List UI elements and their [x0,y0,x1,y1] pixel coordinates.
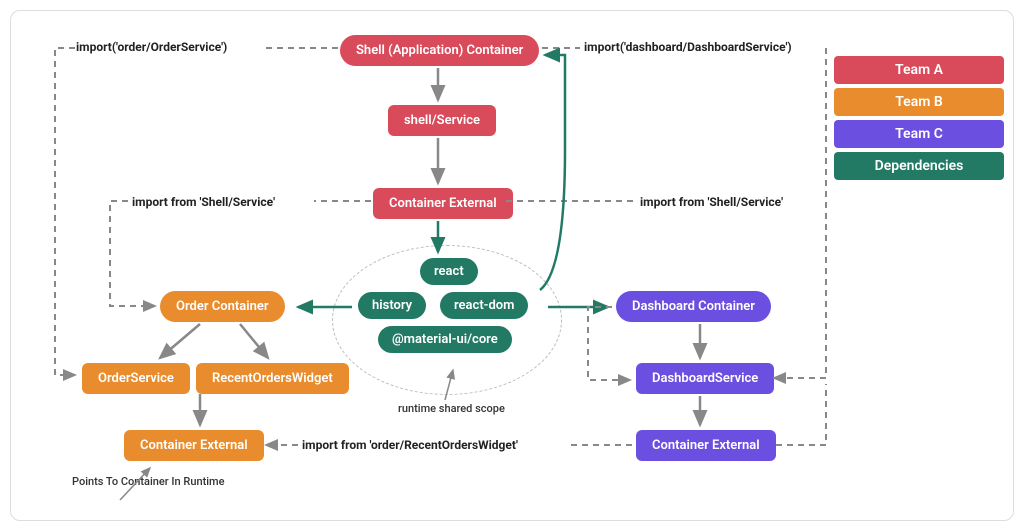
label-import-from-recent-orders: import from 'order/RecentOrdersWidget' [302,438,518,452]
node-shell-service: shell/Service [388,105,496,136]
node-order-service: OrderService [82,363,190,394]
legend-team-c: Team C [834,120,1004,148]
node-recent-orders-widget: RecentOrdersWidget [196,363,349,394]
label-import-order-service: import('order/OrderService') [76,40,227,54]
node-shell-external: Container External [373,188,513,219]
label-points-to-container: Points To Container In Runtime [72,475,225,488]
label-import-from-shell-right: import from 'Shell/Service' [640,195,783,209]
node-dashboard-service: DashboardService [636,363,774,394]
node-shell-container: Shell (Application) Container [340,35,539,66]
label-import-from-shell-left: import from 'Shell/Service' [132,195,275,209]
node-dashboard-container: Dashboard Container [616,291,771,322]
node-dep-react-dom: react-dom [440,292,528,319]
node-order-external: Container External [124,430,264,461]
legend-dependencies: Dependencies [834,152,1004,180]
node-dep-material: @material-ui/core [378,326,512,353]
label-runtime-shared-scope: runtime shared scope [398,402,505,415]
legend-team-b: Team B [834,88,1004,116]
label-import-dashboard-service: import('dashboard/DashboardService') [584,40,792,54]
node-order-container: Order Container [160,291,285,322]
node-dep-history: history [358,292,426,319]
node-dashboard-external: Container External [636,430,776,461]
node-dep-react: react [420,258,478,285]
legend-team-a: Team A [834,56,1004,84]
